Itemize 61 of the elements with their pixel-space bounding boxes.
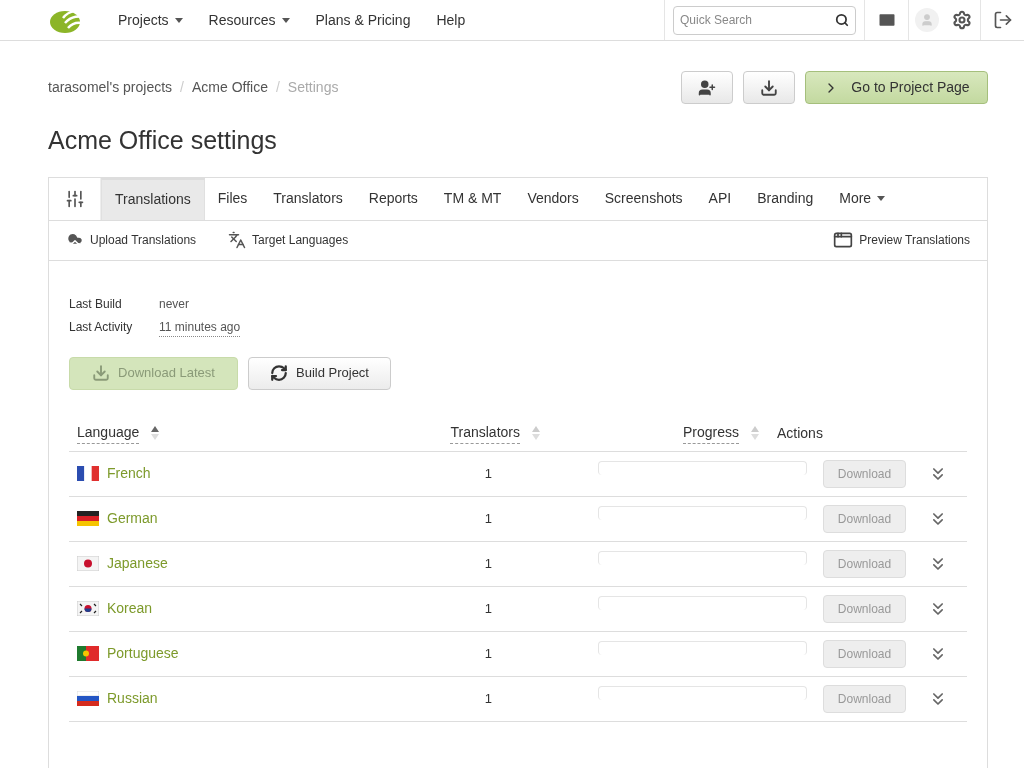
- tab[interactable]: Files: [204, 177, 261, 220]
- flag-icon: [77, 691, 99, 706]
- column-header[interactable]: Translators: [450, 422, 520, 444]
- page-title: Acme Office settings: [48, 125, 278, 156]
- refresh-icon: [270, 364, 288, 382]
- translate-icon: [228, 231, 247, 249]
- flag-icon: [77, 511, 99, 526]
- download-icon: [92, 364, 111, 382]
- translators-count: 1: [484, 599, 492, 618]
- go-to-project-button[interactable]: Go to Project Page: [805, 71, 988, 104]
- column-header: Actions: [777, 423, 823, 443]
- flag-icon: [77, 556, 99, 571]
- breadcrumb-link[interactable]: Acme Office: [191, 77, 268, 98]
- info-label: Last Build: [69, 296, 123, 313]
- tab[interactable]: API: [695, 177, 745, 220]
- info-label: Last Activity: [69, 319, 134, 336]
- translators-count: 1: [484, 554, 492, 573]
- translators-count: 1: [484, 644, 492, 663]
- nav-menu-item[interactable]: Help: [423, 9, 479, 31]
- caret-icon: [877, 196, 886, 201]
- search-icon[interactable]: [835, 12, 849, 27]
- nav-menu-item[interactable]: Resources: [195, 9, 303, 31]
- upload-translations-button[interactable]: Upload Translations: [66, 231, 197, 249]
- target-languages-button[interactable]: Target Languages: [228, 231, 349, 249]
- preview-translations-button[interactable]: Preview Translations: [833, 230, 970, 250]
- tab[interactable]: Screenshots: [591, 177, 696, 220]
- nav-menu-item[interactable]: Projects: [105, 9, 196, 31]
- build-project-button[interactable]: Build Project: [248, 356, 391, 390]
- flag-icon: [77, 466, 99, 481]
- breadcrumb-link[interactable]: tarasomel's projects: [48, 77, 173, 98]
- column-header[interactable]: Progress: [682, 422, 739, 444]
- breadcrumb-separator: /: [275, 78, 280, 97]
- download-button[interactable]: [743, 71, 795, 104]
- add-user-icon: [698, 78, 716, 97]
- more-tab[interactable]: More: [826, 177, 899, 220]
- breadcrumb-separator: /: [180, 78, 184, 97]
- nav-menu-item[interactable]: Plans & Pricing: [302, 9, 424, 31]
- tab[interactable]: Vendors: [514, 177, 592, 220]
- info-value: 11 minutes ago: [159, 317, 241, 337]
- tab[interactable]: Translators: [260, 177, 356, 220]
- column-header[interactable]: Language: [77, 422, 140, 444]
- tab[interactable]: Branding: [744, 177, 827, 220]
- translators-count: 1: [484, 689, 492, 708]
- download-icon: [760, 78, 778, 97]
- info-value: never: [159, 296, 190, 313]
- tab[interactable]: Reports: [355, 177, 431, 220]
- caret-icon: [281, 17, 290, 23]
- translators-count: 1: [484, 509, 492, 528]
- add-user-button[interactable]: [681, 71, 733, 104]
- flag-icon: [77, 646, 99, 661]
- tab[interactable]: TM & MT: [430, 177, 515, 220]
- sort-icon[interactable]: [151, 426, 160, 440]
- sliders-icon[interactable]: [64, 188, 85, 209]
- settings-icon[interactable]: [952, 10, 972, 30]
- logout-icon[interactable]: [992, 10, 1013, 30]
- tab[interactable]: Translations: [101, 177, 205, 220]
- search-field[interactable]: Quick Search: [673, 5, 856, 35]
- flag-icon: [77, 601, 99, 616]
- window-icon: [833, 230, 854, 250]
- translators-count: 1: [484, 464, 492, 483]
- caret-icon: [174, 17, 183, 23]
